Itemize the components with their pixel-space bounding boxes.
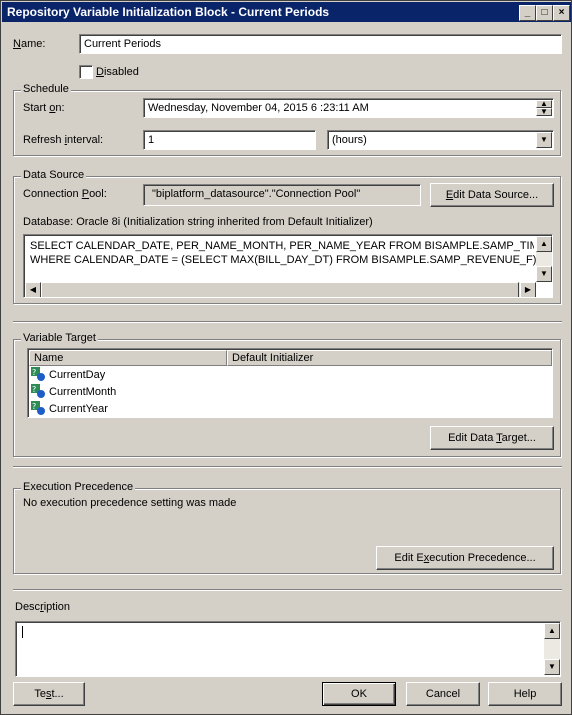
edit-execution-precedence-button[interactable]: Edit Execution Precedence...	[376, 546, 554, 570]
title-bar[interactable]: Repository Variable Initialization Block…	[2, 2, 571, 22]
name-label: Name:	[13, 38, 45, 50]
accel: P	[81, 188, 90, 200]
variable-icon: ?	[31, 367, 45, 381]
variable-icon: ?	[31, 401, 45, 415]
connection-pool-field: "biplatform_datasource"."Connection Pool…	[143, 184, 421, 206]
scroll-right-icon[interactable]: ▶	[520, 282, 536, 297]
column-header-name[interactable]: Name	[29, 350, 227, 366]
description-textarea[interactable]: ▲ ▼	[15, 621, 561, 677]
label-text: ool:	[89, 188, 107, 200]
description-label: Description	[15, 601, 70, 613]
scroll-down-icon[interactable]: ▼	[544, 659, 560, 675]
sql-line-2: WHERE CALENDAR_DATE = (SELECT MAX(BILL_D…	[30, 254, 537, 266]
label-text: dit Data Source...	[453, 189, 539, 201]
sql-vertical-scrollbar[interactable]: ▲ ▼	[536, 236, 552, 282]
data-source-legend: Data Source	[21, 169, 87, 181]
variable-name: CurrentDay	[49, 369, 106, 381]
sql-textarea[interactable]: SELECT CALENDAR_DATE, PER_NAME_MONTH, PE…	[23, 234, 553, 298]
separator	[13, 321, 562, 323]
chevron-down-icon[interactable]: ▼	[536, 132, 552, 148]
label-text: Desc	[15, 601, 41, 613]
label-text: Start	[23, 102, 50, 114]
scroll-left-icon[interactable]: ◀	[25, 282, 41, 297]
dialog-window: Repository Variable Initialization Block…	[0, 0, 572, 715]
label-text: Edit Data	[448, 432, 497, 444]
refresh-interval-label: Refresh interval:	[23, 134, 103, 146]
list-item[interactable]: ? CurrentDay	[31, 367, 231, 383]
start-on-datetime[interactable]: Wednesday, November 04, 2015 6 :23:11 AM	[143, 98, 554, 118]
label-text: ecution Precedence...	[429, 552, 536, 564]
help-button[interactable]: Help	[488, 682, 562, 706]
label-text: Edit E	[394, 552, 424, 564]
maximize-button[interactable]: □	[536, 5, 553, 21]
list-item[interactable]: ? CurrentYear	[31, 401, 231, 417]
schedule-legend: Schedule	[21, 83, 71, 95]
column-header-default-initializer[interactable]: Default Initializer	[227, 350, 552, 366]
label-text: isabled	[103, 66, 139, 78]
start-on-label: Start on:	[23, 102, 65, 114]
label-text: Refresh	[23, 134, 65, 146]
scroll-down-icon[interactable]: ▼	[536, 266, 552, 282]
variable-name: CurrentMonth	[49, 386, 117, 398]
execution-precedence-text: No execution precedence setting was made	[23, 497, 237, 509]
svg-text:?: ?	[32, 385, 36, 394]
scroll-thumb[interactable]	[41, 282, 519, 297]
ok-button[interactable]: OK	[322, 682, 396, 706]
interval-unit-select[interactable]: (hours)	[327, 130, 554, 150]
accel: N	[13, 38, 21, 50]
label-text: arget...	[501, 432, 536, 444]
text-cursor	[22, 626, 23, 638]
connection-pool-label: Connection Pool:	[23, 188, 107, 200]
edit-data-source-button[interactable]: Edit Data Source...	[430, 183, 554, 207]
variable-name: CurrentYear	[49, 403, 108, 415]
disabled-checkbox[interactable]	[79, 65, 93, 79]
scroll-up-icon[interactable]: ▲	[544, 623, 560, 639]
minimize-button[interactable]: _	[519, 5, 536, 21]
close-button[interactable]: ×	[553, 5, 570, 21]
accel: D	[96, 66, 104, 78]
description-scrollbar[interactable]: ▲ ▼	[544, 623, 560, 675]
refresh-interval-input[interactable]: 1	[143, 130, 316, 150]
svg-text:?: ?	[32, 368, 36, 377]
edit-data-target-button[interactable]: Edit Data Target...	[430, 426, 554, 450]
execution-precedence-legend: Execution Precedence	[21, 481, 136, 493]
label-text: iption	[43, 601, 71, 613]
spin-down-icon[interactable]: ▼	[536, 108, 552, 116]
minimize-icon: _	[524, 7, 531, 18]
label-text: Te	[34, 688, 46, 700]
sql-line-1: SELECT CALENDAR_DATE, PER_NAME_MONTH, PE…	[30, 240, 534, 252]
label-text: ame:	[20, 38, 46, 50]
name-input[interactable]: Current Periods	[79, 34, 562, 54]
cancel-button[interactable]: Cancel	[406, 682, 480, 706]
start-on-spinner[interactable]: ▲ ▼	[536, 100, 552, 116]
variable-target-legend: Variable Target	[21, 332, 98, 344]
label-text: t...	[51, 688, 64, 700]
variable-target-list[interactable]: Name Default Initializer ? CurrentDay ? …	[27, 348, 553, 418]
svg-text:?: ?	[32, 402, 36, 411]
scroll-up-icon[interactable]: ▲	[536, 236, 552, 252]
label-text: Connection	[23, 188, 82, 200]
test-button[interactable]: Test...	[13, 682, 85, 706]
database-info: Database: Oracle 8i (Initialization stri…	[23, 216, 373, 228]
label-text: nterval:	[67, 134, 104, 146]
separator	[13, 589, 562, 591]
close-icon: ×	[558, 7, 565, 18]
disabled-label: Disabled	[96, 66, 139, 78]
window-title: Repository Variable Initialization Block…	[7, 5, 330, 19]
separator	[13, 466, 562, 468]
sql-horizontal-scrollbar[interactable]: ◀ ▶	[25, 282, 536, 297]
label-text: n:	[55, 102, 65, 114]
maximize-icon: □	[541, 7, 548, 18]
list-item[interactable]: ? CurrentMonth	[31, 384, 231, 400]
variable-icon: ?	[31, 384, 45, 398]
